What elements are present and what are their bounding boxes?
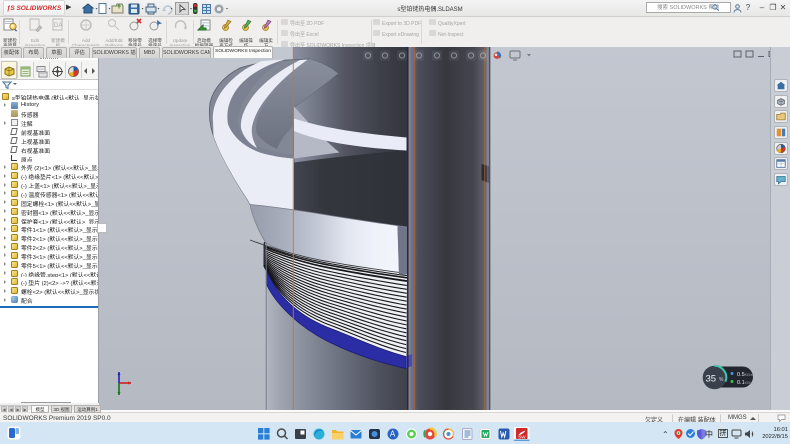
svg-text:A: A xyxy=(390,430,396,439)
svg-text:35: 35 xyxy=(706,374,717,385)
svg-text:%: % xyxy=(719,377,724,383)
svg-text:DA: DA xyxy=(54,23,62,29)
svg-text:SW: SW xyxy=(518,435,526,440)
